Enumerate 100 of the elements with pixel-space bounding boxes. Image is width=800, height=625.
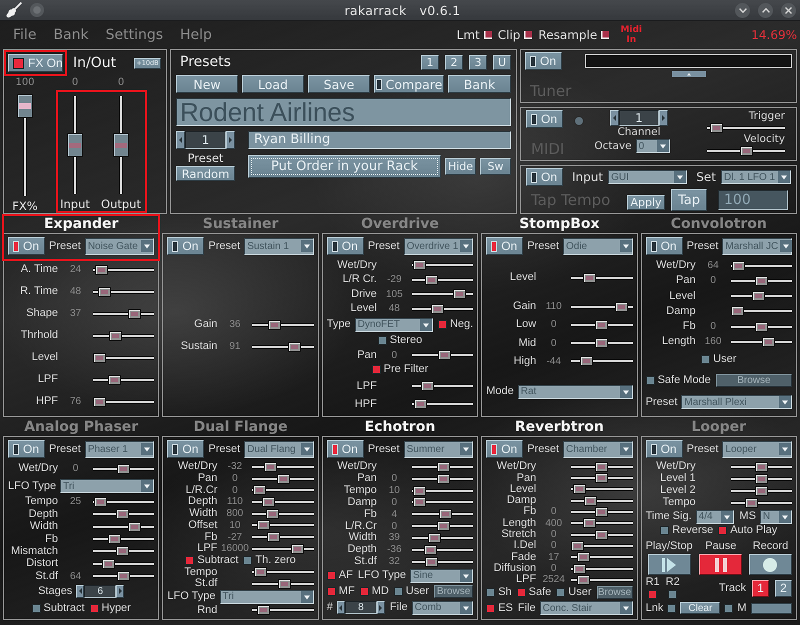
decrement-button[interactable] — [336, 601, 345, 614]
hide-button[interactable]: Hide — [445, 158, 476, 175]
slider-thumb[interactable] — [254, 567, 268, 578]
slider-thumb[interactable] — [414, 399, 428, 409]
slider-thumb[interactable] — [102, 558, 116, 569]
slider-thumb[interactable] — [576, 574, 590, 585]
slider-thumb[interactable] — [436, 462, 450, 472]
set-dropdown[interactable]: Dl. 1 LFO 1 — [720, 170, 791, 184]
slider-thumb[interactable] — [98, 286, 111, 296]
slider-thumb[interactable] — [745, 498, 758, 508]
slider-thumb[interactable] — [584, 496, 598, 506]
slider-thumb[interactable] — [412, 497, 426, 508]
input-dropdown[interactable]: GUI — [608, 170, 688, 184]
close-button[interactable] — [781, 2, 796, 18]
checkbox[interactable] — [718, 526, 728, 536]
record-button[interactable] — [748, 554, 792, 576]
slider-thumb[interactable] — [571, 540, 584, 551]
slider-thumb[interactable] — [266, 532, 280, 542]
on-button[interactable]: On — [526, 110, 564, 128]
preset-dropdown[interactable]: Marshall JC — [722, 238, 792, 254]
slider-thumb[interactable] — [614, 302, 628, 312]
slider-thumb[interactable] — [116, 509, 129, 520]
checkbox[interactable] — [394, 587, 403, 596]
slider-thumb[interactable] — [730, 306, 744, 316]
option-dropdown[interactable]: Rat — [518, 384, 633, 399]
on-button[interactable]: On — [526, 168, 564, 186]
preset-name-field[interactable]: Rodent Airlines — [176, 98, 511, 126]
on-button[interactable]: On — [486, 440, 524, 458]
slider-thumb[interactable] — [754, 276, 768, 286]
slider-thumb[interactable] — [436, 474, 450, 484]
slider-thumb[interactable] — [421, 381, 434, 391]
option-dropdown[interactable]: Sine — [410, 568, 474, 583]
slider-thumb[interactable] — [754, 474, 768, 484]
slider-thumb[interactable] — [424, 544, 437, 555]
slider-thumb[interactable] — [113, 133, 129, 157]
checkbox[interactable] — [646, 376, 655, 385]
minimize-button[interactable] — [735, 2, 750, 18]
switch-button[interactable]: Sw — [480, 158, 511, 175]
slider-track[interactable] — [707, 123, 785, 133]
checkbox[interactable] — [724, 604, 734, 613]
slider-thumb[interactable] — [93, 352, 106, 362]
slider-thumb[interactable] — [595, 320, 608, 330]
option-dropdown[interactable]: N — [760, 510, 792, 524]
slider-track[interactable] — [412, 399, 474, 409]
slider-thumb[interactable] — [116, 546, 129, 556]
slider-thumb[interactable] — [117, 464, 130, 474]
random-button[interactable]: Random — [176, 166, 235, 181]
checkbox[interactable] — [438, 320, 447, 330]
slider-thumb[interactable] — [428, 532, 441, 543]
checkbox[interactable] — [668, 590, 678, 600]
slider-thumb[interactable] — [128, 522, 141, 532]
on-button[interactable]: On — [167, 440, 204, 458]
slider-thumb[interactable] — [93, 396, 106, 406]
number-field[interactable]: 1 — [185, 131, 226, 149]
slider-thumb[interactable] — [257, 520, 270, 530]
checkbox[interactable] — [486, 588, 496, 598]
on-button[interactable]: On — [646, 440, 683, 458]
checkbox[interactable] — [32, 604, 41, 613]
slider-thumb[interactable] — [108, 374, 121, 384]
track-button[interactable]: 2 — [774, 580, 792, 597]
menu-item[interactable]: Settings — [106, 26, 164, 42]
slider-thumb[interactable] — [438, 509, 452, 520]
preset-dropdown[interactable]: Chamber — [563, 440, 633, 458]
checkbox[interactable] — [326, 571, 336, 580]
clear-button[interactable]: Clear — [680, 602, 720, 614]
slider-thumb[interactable] — [752, 291, 765, 302]
checkbox[interactable] — [701, 354, 710, 364]
slider-thumb[interactable] — [754, 486, 768, 496]
on-button[interactable]: On — [486, 237, 524, 255]
bank-button[interactable]: Bank — [448, 75, 511, 93]
compare-button[interactable]: Compare — [374, 75, 444, 93]
slider-thumb[interactable] — [278, 578, 291, 589]
slider-thumb[interactable] — [754, 322, 768, 332]
play-stop-button[interactable] — [648, 554, 691, 576]
checkbox[interactable] — [326, 587, 336, 596]
bank-button[interactable]: 3 — [469, 54, 487, 70]
slider-thumb[interactable] — [452, 289, 466, 300]
slider-thumb[interactable] — [412, 260, 426, 270]
number-field[interactable]: 6 — [84, 584, 116, 598]
slider-thumb[interactable] — [710, 123, 724, 133]
on-button[interactable]: On — [167, 237, 204, 255]
slider-thumb[interactable] — [412, 486, 426, 496]
option-dropdown[interactable]: Marshall Plexi — [681, 395, 792, 409]
slider-thumb[interactable] — [253, 485, 266, 496]
preset-dropdown[interactable]: Summer — [404, 440, 474, 458]
slider-thumb[interactable] — [573, 484, 586, 494]
bank-button[interactable]: 1 — [421, 54, 439, 70]
tap-button[interactable]: Tap — [671, 189, 707, 211]
decrement-button[interactable] — [76, 584, 84, 598]
preset-action-button[interactable]: Save — [308, 75, 370, 93]
text-field[interactable] — [750, 602, 792, 614]
slider-thumb[interactable] — [572, 564, 586, 574]
preset-dropdown[interactable]: Sustain 1 — [244, 238, 314, 254]
slider-thumb[interactable] — [595, 506, 608, 517]
checkbox[interactable] — [360, 587, 369, 596]
slider-thumb[interactable] — [262, 496, 276, 507]
on-button[interactable]: On — [525, 52, 562, 70]
slider-thumb[interactable] — [754, 462, 768, 472]
increment-button[interactable] — [659, 110, 668, 126]
preset-dropdown[interactable]: Looper — [722, 440, 792, 458]
